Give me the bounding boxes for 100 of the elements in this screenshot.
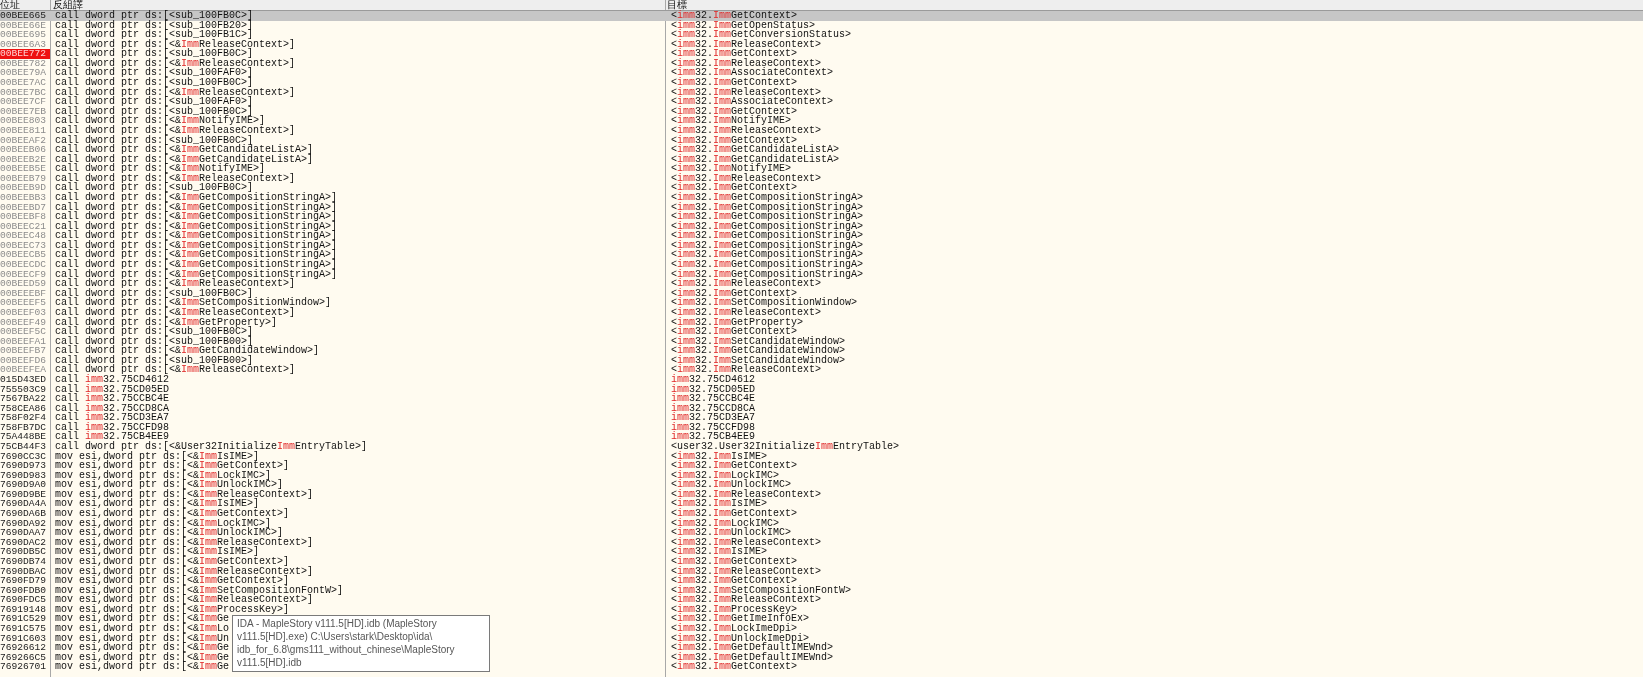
instruction-text: call imm32.75CB4EE9 [55, 432, 170, 442]
instruction-text: mov esi,dword ptr ds:[<&ImmGetContext>] [55, 576, 290, 586]
address-text: 7690DA6B [0, 509, 48, 519]
target-text: <imm32.ImmReleaseContext> [671, 307, 822, 318]
target-text: <imm32.ImmGetContext> [671, 461, 798, 471]
instruction-text: call dword ptr ds:[<sub_100FAF0>] [55, 97, 254, 107]
address-text: 7690FDC5 [0, 595, 48, 605]
target-text: <imm32.ImmNotifyIME> [671, 116, 792, 126]
instruction-text: call dword ptr ds:[<&ImmGetCompositionStringA>] [55, 193, 338, 203]
target-text: <imm32.ImmSetCompositionWindow> [671, 298, 858, 308]
target-text: <imm32.ImmReleaseContext> [671, 566, 822, 577]
target-text: <imm32.ImmReleaseContext> [671, 125, 822, 136]
target-text: <imm32.ImmGetContext> [671, 183, 798, 193]
instruction-text: mov esi,dword ptr ds:[<&ImmIsIME>] [55, 547, 260, 557]
instruction-text: call imm32.75CCBC4E [55, 394, 170, 404]
target-text: imm32.75CD4612 [671, 374, 756, 385]
instruction-text: call dword ptr ds:[<&ImmGetCompositionStringA>] [55, 231, 338, 241]
instruction-text: mov esi,dword ptr ds:[<&ImmGe [55, 652, 230, 663]
address-text: 00BEE7AC [0, 78, 48, 88]
target-text: <imm32.ImmNotifyIME> [671, 164, 792, 174]
instruction-text: mov esi,dword ptr ds:[<&ImmUnlockIMC>] [55, 528, 284, 538]
instruction-text: mov esi,dword ptr ds:[<&ImmReleaseContext>] [55, 537, 314, 548]
address-text: 758FB7DC [0, 422, 48, 433]
column-header[interactable]: 目標 [667, 0, 687, 10]
address-text: 00BEE803 [0, 116, 48, 126]
instruction-text: call dword ptr ds:[<&ImmNotifyIME>] [55, 116, 266, 126]
target-text: imm32.75CB4EE9 [671, 432, 756, 442]
instruction-text: mov esi,dword ptr ds:[<&ImmUnlockIMC>] [55, 480, 284, 490]
target-text: <imm32.ImmReleaseContext> [671, 537, 822, 548]
instruction-text: call dword ptr ds:[<&ImmReleaseContext>] [55, 307, 296, 318]
address-text: 755503C9 [0, 384, 48, 395]
address-text: 00BEEC48 [0, 231, 48, 241]
instruction-text: call dword ptr ds:[<sub_100FB0C>] [55, 49, 254, 59]
target-text: <imm32.ImmReleaseContext> [671, 489, 822, 500]
target-text: <user32.User32InitializeImmEntryTable> [671, 442, 900, 452]
target-text: <imm32.ImmGetContext> [671, 78, 798, 88]
target-text: <imm32.ImmUnlockImeDpi> [671, 633, 810, 644]
address-text: 75CB44F3 [0, 442, 48, 452]
address-text: 7690D9BE [0, 489, 48, 500]
table-row[interactable]: 00BEE665 call dword ptr ds:[<sub_100FB0C>] <imm32.ImmGetContext> [0, 11, 1643, 21]
instruction-text: mov esi,dword ptr ds:[<&ImmGetContext>] [55, 556, 290, 567]
target-text: <imm32.ImmGetImeInfoEx> [671, 614, 810, 624]
address-text: 00BEEEBF [0, 288, 48, 299]
instruction-text: mov esi,dword ptr ds:[<&ImmSetCompositionFontW>] [55, 585, 344, 596]
instruction-text: call dword ptr ds:[<&ImmGetCompositionStringA>] [55, 212, 338, 222]
instruction-text: mov esi,dword ptr ds:[<&ImmLockIMC>] [55, 470, 272, 481]
instruction-text: mov esi,dword ptr ds:[<&ImmProcessKey>] [55, 604, 290, 615]
instruction-text: mov esi,dword ptr ds:[<&ImmGe [55, 662, 230, 672]
address-text: 7690DAC2 [0, 537, 48, 548]
address-text: 7691C529 [0, 614, 48, 624]
address-text: 7690D973 [0, 461, 48, 471]
address-text: 00BEEAF2 [0, 135, 48, 146]
target-text: <imm32.ImmUnlockIMC> [671, 528, 792, 538]
column-header[interactable]: 位址 [0, 0, 20, 10]
address-text: 00BEE665 [0, 11, 48, 21]
address-text: 015D43ED [0, 374, 48, 385]
target-text: <imm32.ImmGetDefaultIMEWnd> [671, 652, 834, 663]
target-text: <imm32.ImmGetCandidateWindow> [671, 346, 846, 356]
address-text: 7690DAA7 [0, 528, 48, 538]
target-text: <imm32.ImmGetCompositionStringA> [671, 231, 864, 241]
column-header[interactable]: 反組譯 [53, 0, 83, 10]
address-text: 7567BA22 [0, 394, 48, 404]
address-text: 76926612 [0, 643, 48, 653]
instruction-text: mov esi,dword ptr ds:[<&ImmIsIME>] [55, 451, 260, 462]
address-text: 7690DB5C [0, 547, 48, 557]
target-text: <imm32.ImmIsIME> [671, 547, 768, 557]
target-text: <imm32.ImmGetDefaultIMEWnd> [671, 643, 834, 653]
instruction-text: call dword ptr ds:[<&ImmReleaseContext>] [55, 125, 296, 136]
address-text: 00BEE7EB [0, 106, 48, 117]
address-text: 00BEECDC [0, 260, 48, 270]
instruction-text: mov esi,dword ptr ds:[<&ImmGe [55, 643, 230, 653]
target-text: <imm32.ImmIsIME> [671, 499, 768, 510]
address-text: 7690CC3C [0, 451, 48, 462]
address-text: 00BEECB5 [0, 250, 48, 261]
target-text: <imm32.ImmReleaseContext> [671, 58, 822, 69]
instruction-text: call dword ptr ds:[<&ImmSetCompositionWindow>] [55, 298, 332, 308]
target-text: <imm32.ImmReleaseContext> [671, 595, 822, 605]
address-text: 7690DA4A [0, 499, 48, 510]
instruction-text: call dword ptr ds:[<&ImmGetCandidateListA>] [55, 145, 314, 155]
instruction-text: call dword ptr ds:[<&User32InitializeImmEntryTable>] [55, 442, 368, 452]
address-text: 769266C5 [0, 652, 48, 663]
target-text: <imm32.ImmGetCompositionStringA> [671, 240, 864, 251]
address-text: 00BEEF03 [0, 307, 48, 318]
target-text: <imm32.ImmGetCompositionStringA> [671, 260, 864, 270]
address-text: 00BEEF5C [0, 327, 48, 337]
target-text: imm32.75CCFD98 [671, 422, 756, 433]
address-text: 00BEEBF8 [0, 212, 48, 222]
target-text: <imm32.ImmGetCandidateListA> [671, 145, 840, 155]
address-text: 7690DB74 [0, 556, 48, 567]
address-text: 75A448BE [0, 432, 48, 442]
address-text: 00BEEFD6 [0, 355, 48, 366]
address-text: 00BEE66E [0, 20, 48, 31]
target-text: <imm32.ImmReleaseContext> [671, 365, 822, 375]
target-text: <imm32.ImmLockImeDpi> [671, 624, 798, 634]
instruction-text: call dword ptr ds:[<sub_100FB0C>] [55, 183, 254, 193]
address-text: 00BEEC21 [0, 221, 48, 232]
address-text: 7690D9A0 [0, 480, 48, 490]
target-text: <imm32.ImmGetContext> [671, 662, 798, 672]
instruction-text: call imm32.75CD4612 [55, 374, 170, 385]
instruction-text: mov esi,dword ptr ds:[<&ImmGetContext>] [55, 461, 290, 471]
